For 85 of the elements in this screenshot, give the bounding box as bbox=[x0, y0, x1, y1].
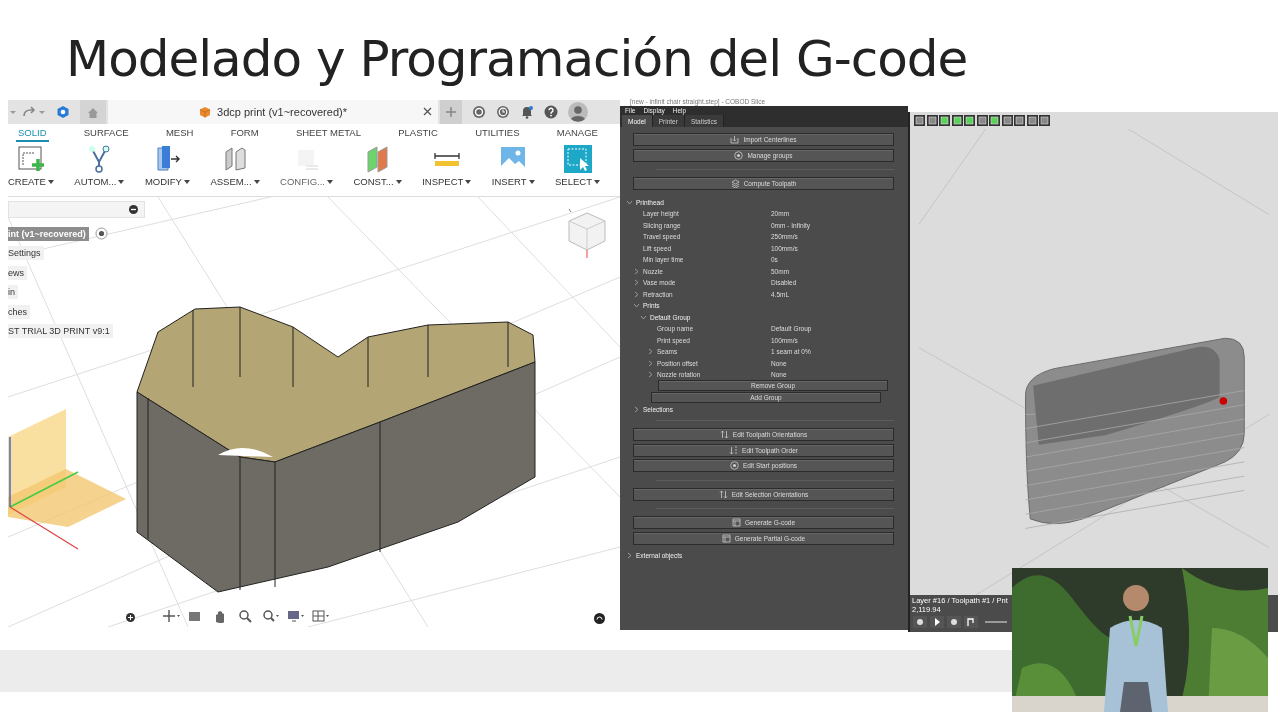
toolbar-button[interactable]: CREATE bbox=[8, 144, 54, 196]
chevron-icon[interactable] bbox=[633, 267, 640, 275]
caret-icon bbox=[594, 179, 600, 184]
step-back-icon[interactable] bbox=[913, 616, 927, 628]
ribbon-tab[interactable]: SURFACE bbox=[81, 127, 131, 142]
ribbon-tab[interactable]: MANAGE bbox=[554, 127, 600, 142]
caret-icon bbox=[118, 179, 125, 184]
toolbar-button[interactable]: CONST... bbox=[353, 144, 402, 196]
caret-icon bbox=[253, 179, 260, 184]
view-tool-icon[interactable] bbox=[1014, 115, 1025, 126]
redo-icon[interactable] bbox=[10, 105, 46, 119]
home-icon bbox=[87, 106, 99, 118]
arrows-icon bbox=[719, 430, 729, 439]
layers-icon bbox=[730, 179, 740, 188]
ribbon-tab[interactable]: PLASTIC bbox=[396, 127, 440, 142]
view-tool-icon[interactable] bbox=[1001, 115, 1013, 126]
chevron-icon[interactable] bbox=[647, 348, 654, 356]
view-tool-icon[interactable] bbox=[1026, 115, 1038, 126]
chevron-icon[interactable] bbox=[647, 359, 654, 367]
document-icon bbox=[721, 533, 731, 543]
step-forward-icon[interactable] bbox=[947, 616, 961, 628]
hexagon-icon[interactable] bbox=[56, 105, 70, 119]
toolbar-button[interactable]: SELECT bbox=[555, 144, 600, 196]
selection-icon bbox=[562, 144, 593, 174]
ribbon-tab[interactable]: SOLID bbox=[16, 127, 49, 142]
browser-item[interactable]: Settings bbox=[8, 246, 44, 261]
box-icon bbox=[199, 106, 212, 118]
chevron-icon[interactable] bbox=[626, 198, 633, 206]
import-icon bbox=[730, 135, 740, 144]
browser-item[interactable]: in bbox=[8, 285, 18, 300]
arrows-icon bbox=[718, 489, 728, 499]
caret-icon bbox=[465, 179, 472, 184]
bell-icon[interactable] bbox=[520, 105, 534, 119]
caret-icon bbox=[395, 179, 402, 184]
view-tool-icon[interactable] bbox=[1039, 115, 1050, 126]
chevron-icon[interactable] bbox=[633, 302, 640, 310]
view-tool-icon[interactable] bbox=[926, 115, 938, 126]
loop-icon[interactable] bbox=[964, 616, 978, 628]
add-icon[interactable] bbox=[126, 613, 135, 622]
toolbar-button[interactable]: INSERT bbox=[491, 144, 535, 196]
ribbon-tab[interactable]: SHEET METAL bbox=[293, 127, 363, 142]
orbit-icon[interactable] bbox=[162, 609, 180, 623]
browser-item[interactable]: ews bbox=[8, 265, 27, 280]
browser-item[interactable]: ches bbox=[8, 304, 30, 319]
document-icon bbox=[731, 518, 741, 527]
caret-icon bbox=[327, 179, 333, 184]
zoom-window-icon[interactable] bbox=[262, 609, 280, 623]
toolbar-button[interactable]: MODIFY bbox=[144, 144, 190, 196]
help-icon[interactable] bbox=[544, 105, 558, 119]
ribbon-tab[interactable]: MESH bbox=[163, 127, 196, 142]
slide-title: Modelado y Programación del G-code bbox=[65, 29, 969, 90]
chevron-icon[interactable] bbox=[640, 313, 647, 321]
play-icon[interactable] bbox=[930, 616, 944, 628]
view-tool-icon[interactable] bbox=[939, 115, 950, 126]
caret-icon bbox=[528, 179, 535, 184]
caret-icon bbox=[183, 179, 190, 184]
chevron-icon[interactable] bbox=[647, 371, 654, 379]
chevron-icon[interactable] bbox=[633, 290, 640, 298]
sort-icon bbox=[729, 445, 739, 455]
collapse-icon[interactable] bbox=[129, 205, 138, 214]
ribbon-tab[interactable]: UTILITIES bbox=[473, 127, 522, 142]
chevron-icon[interactable] bbox=[633, 279, 640, 287]
close-icon[interactable] bbox=[423, 107, 432, 116]
chevron-icon[interactable] bbox=[633, 405, 640, 413]
target-icon bbox=[729, 461, 739, 470]
plus-icon bbox=[445, 106, 457, 118]
grid-icon[interactable] bbox=[312, 609, 330, 623]
toolbar-button[interactable]: INSPECT bbox=[422, 144, 472, 196]
radio-icon[interactable] bbox=[94, 227, 108, 241]
toolbar-button[interactable]: AUTOM... bbox=[74, 144, 125, 196]
ribbon-tab[interactable]: FORM bbox=[228, 127, 261, 142]
avatar-icon[interactable] bbox=[568, 102, 588, 122]
browser-item[interactable]: ST TRIAL 3D PRINT v9:1 bbox=[8, 324, 113, 339]
chevron-icon[interactable] bbox=[626, 552, 633, 560]
view-tool-icon[interactable] bbox=[976, 115, 988, 126]
caret-icon bbox=[47, 179, 54, 184]
view-tool-icon[interactable] bbox=[964, 115, 975, 126]
view-tool-icon[interactable] bbox=[989, 115, 1000, 126]
toolbar-button[interactable]: ASSEM... bbox=[210, 144, 260, 196]
view-tool-icon[interactable] bbox=[951, 115, 963, 126]
sketch-icon bbox=[15, 144, 46, 174]
target-icon bbox=[734, 150, 744, 160]
view-tool-icon[interactable] bbox=[914, 115, 925, 126]
display-icon[interactable] bbox=[287, 609, 305, 623]
document-tab[interactable]: 3dcp print (v1~recovered)* bbox=[108, 100, 438, 124]
